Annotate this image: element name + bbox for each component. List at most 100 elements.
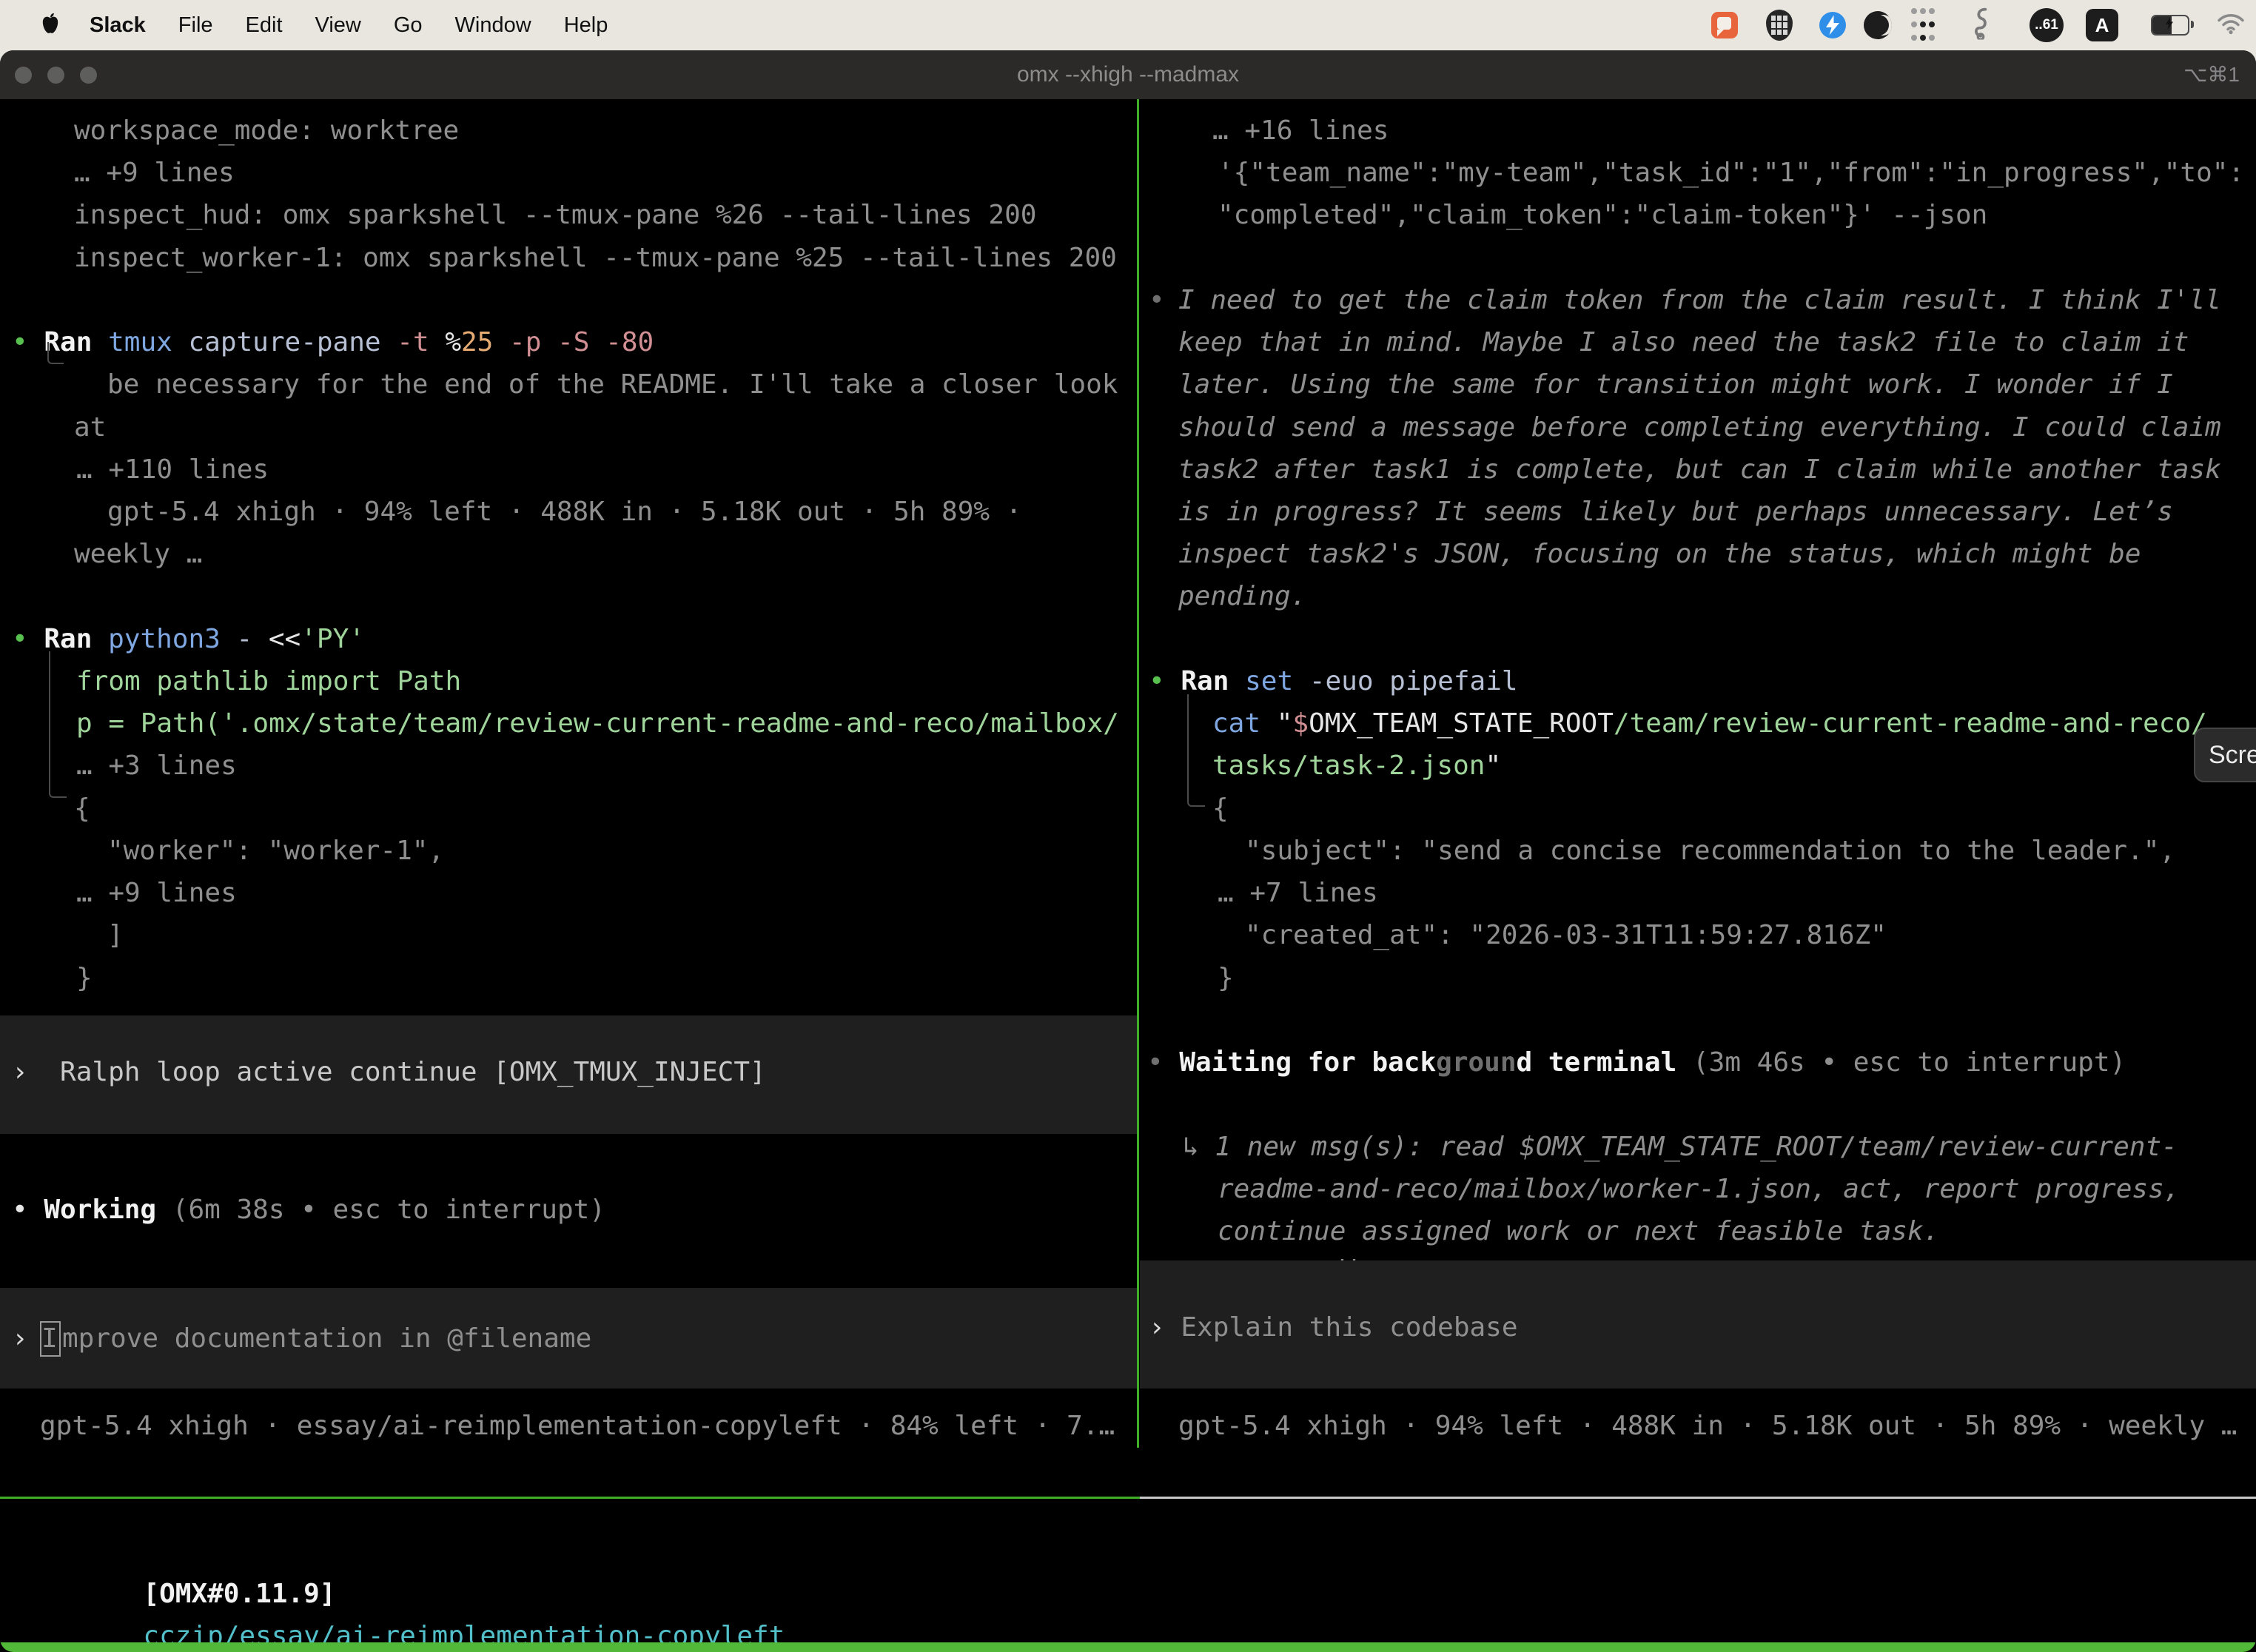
battery-icon[interactable] — [2151, 15, 2189, 36]
input-source-icon[interactable]: A — [2086, 9, 2118, 41]
tmux-host-clock: "MacBook-Pro-44.local" 05:03 31-Mar-26 — [1636, 1642, 2246, 1652]
run-bullet-icon: • — [1149, 666, 1165, 696]
terminal-line: "worker": "worker-1", — [107, 830, 444, 872]
session-status-line: gpt-5.4 xhigh · 94% left · 488K in · 5.1… — [1178, 1405, 2237, 1447]
terminal-window: omx --xhigh --madmax ⌥⌘1 workspace_mode:… — [0, 50, 2256, 1652]
tmux-pane-right[interactable]: … +16 lines '{"team_name":"my-team","tas… — [1140, 99, 2256, 1448]
pane-border-bottom-left — [0, 1497, 1140, 1499]
terminal-line: "subject": "send a concise recommendatio… — [1245, 830, 2175, 872]
apple-logo-icon — [41, 13, 60, 35]
shield-grid-icon[interactable] — [1766, 10, 1793, 41]
text-cursor: I — [40, 1321, 61, 1357]
omx-hud-status-line: [OMX#0.11.9] cczip/essay/ai-reimplementa… — [15, 1531, 796, 1652]
terminal-line: { — [1212, 788, 1229, 830]
terminal-line: at — [74, 406, 106, 449]
thinking-line: I need to get the claim token from the c… — [1178, 279, 2221, 321]
terminal-command-line: • Ran tmux capture-pane -t %25 -p -S -80 — [12, 321, 654, 363]
thinking-line: keep that in mind. Maybe I also need the… — [1178, 321, 2189, 363]
window-shortcut: ⌥⌘1 — [2183, 62, 2240, 87]
mailbox-message-line: continue assigned work or next feasible … — [1218, 1210, 1939, 1252]
menu-view[interactable]: View — [315, 13, 361, 38]
prompt-chevron-icon: › — [1149, 1312, 1165, 1343]
menu-app-slack[interactable]: Slack — [90, 13, 146, 38]
terminal-command-line: cat "$OMX_TEAM_STATE_ROOT/team/review-cu… — [1212, 702, 2207, 745]
thinking-line: should send a message before completing … — [1178, 406, 2221, 449]
prompt-input-right[interactable]: › Explain this codebase — [1140, 1260, 2256, 1389]
terminal-line: … +9 lines — [76, 872, 237, 914]
screen-record-icon[interactable] — [1711, 12, 1738, 38]
output-connector — [47, 342, 64, 364]
input-placeholder: › — [12, 1317, 28, 1360]
zoom-button[interactable] — [80, 67, 97, 84]
input-placeholder-text: mprove documentation in @filename — [62, 1317, 591, 1360]
terminal-line: '{"team_name":"my-team","task_id":"1","f… — [1218, 152, 2244, 194]
menu-help[interactable]: Help — [564, 13, 608, 38]
terminal-line: be necessary for the end of the README. … — [107, 363, 1118, 406]
output-connector — [1187, 694, 1205, 807]
menu-file[interactable]: File — [178, 13, 213, 38]
thinking-line: later. Using the same for transition mig… — [1178, 363, 2173, 406]
window-title: omx --xhigh --madmax — [1017, 62, 1239, 87]
tmux-status-bar: [omx-cczip0:bash* "MacBook-Pro-44.local"… — [0, 1642, 2256, 1652]
terminal-line: from pathlib import Path — [76, 660, 461, 702]
pane-border-bottom-right — [1140, 1497, 2256, 1499]
terminal-line: } — [1218, 957, 1234, 999]
terminal-line: … +110 lines — [76, 449, 269, 491]
terminal-line: { — [74, 788, 90, 830]
menu-go[interactable]: Go — [394, 13, 423, 38]
tmux-pane-left[interactable]: workspace_mode: worktree … +9 lines insp… — [0, 99, 1137, 1448]
mailbox-message-line: ↳ 1 new msg(s): read $OMX_TEAM_STATE_ROO… — [1183, 1126, 2178, 1168]
mailbox-message-line: readme-and-reco/mailbox/worker-1.json, a… — [1218, 1168, 2180, 1210]
omx-version: [OMX#0.11.9] — [143, 1579, 335, 1609]
status-bullet-icon: • — [1147, 1047, 1164, 1078]
terminal-line: workspace_mode: worktree — [74, 110, 459, 152]
screen-tooltip: Scre — [2194, 728, 2256, 782]
terminal-line: ] — [107, 914, 124, 956]
thinking-bullet-icon: • — [1149, 279, 1165, 321]
menu-edit[interactable]: Edit — [246, 13, 283, 38]
terminal-command-line: tasks/task-2.json" — [1212, 745, 1501, 787]
input-placeholder: › Explain this codebase — [1149, 1306, 1518, 1349]
terminal-line: "completed","claim_token":"claim-token"}… — [1218, 194, 1987, 236]
output-connector — [49, 651, 67, 798]
dots-grid-icon[interactable] — [1910, 5, 1942, 45]
terminal-line: } — [76, 957, 93, 999]
window-title-bar: omx --xhigh --madmax ⌥⌘1 — [0, 50, 2256, 99]
waiting-status-line: • Waiting for background terminal (3m 46… — [1147, 1041, 2126, 1084]
terminal-line: … +9 lines — [74, 152, 235, 194]
close-button[interactable] — [15, 67, 32, 84]
terminal-line: inspect_worker-1: omx sparkshell --tmux-… — [74, 237, 1117, 279]
prompt-chevron-icon: › — [12, 1323, 28, 1354]
percent-61-badge-icon[interactable]: ..61 — [2030, 8, 2064, 42]
apple-menu-icon[interactable] — [41, 13, 60, 38]
working-status-line: • Working (6m 38s • esc to interrupt) — [12, 1189, 605, 1231]
terminal-line: gpt-5.4 xhigh · 94% left · 488K in · 5.1… — [107, 491, 1021, 533]
thinking-line: task2 after task1 is complete, but can I… — [1178, 449, 2221, 491]
thinking-line: is in progress? It seems likely but perh… — [1178, 491, 2173, 533]
terminal-line: "created_at": "2026-03-31T11:59:27.816Z" — [1245, 914, 1887, 956]
session-status-line: gpt-5.4 xhigh · essay/ai-reimplementatio… — [40, 1405, 1115, 1447]
squiggle-icon[interactable] — [1969, 7, 1993, 44]
run-bullet-icon: • — [12, 624, 28, 654]
wifi-icon[interactable] — [2216, 12, 2246, 39]
screen: Slack File Edit View Go Window Help — [0, 0, 2256, 1652]
terminal-content: workspace_mode: worktree … +9 lines insp… — [0, 99, 2256, 1448]
moon-circle-icon[interactable] — [1864, 11, 1892, 39]
terminal-line: p = Path('.omx/state/team/review-current… — [76, 702, 1119, 745]
minimize-button[interactable] — [47, 67, 64, 84]
prompt-chevron-icon: › — [12, 1057, 28, 1087]
pane-divider[interactable] — [1137, 99, 1139, 1448]
thinking-line: inspect task2's JSON, focusing on the st… — [1178, 533, 2141, 575]
zap-badge-icon[interactable] — [1819, 12, 1846, 38]
terminal-line: weekly … — [74, 533, 202, 575]
terminal-line: … +7 lines — [1218, 872, 1378, 914]
ralph-loop-line: › Ralph loop active continue [OMX_TMUX_I… — [12, 1051, 766, 1093]
arrow-down-right-icon: ↳ — [1183, 1132, 1199, 1162]
terminal-line: … +3 lines — [76, 745, 237, 787]
macos-menu-bar: Slack File Edit View Go Window Help — [0, 0, 2256, 50]
menu-window[interactable]: Window — [455, 13, 531, 38]
tmux-session-name: [omx-cczip0:bash* — [9, 1642, 281, 1652]
thinking-line: pending. — [1178, 575, 1306, 617]
run-bullet-icon: • — [12, 327, 28, 357]
terminal-line: inspect_hud: omx sparkshell --tmux-pane … — [74, 194, 1036, 236]
